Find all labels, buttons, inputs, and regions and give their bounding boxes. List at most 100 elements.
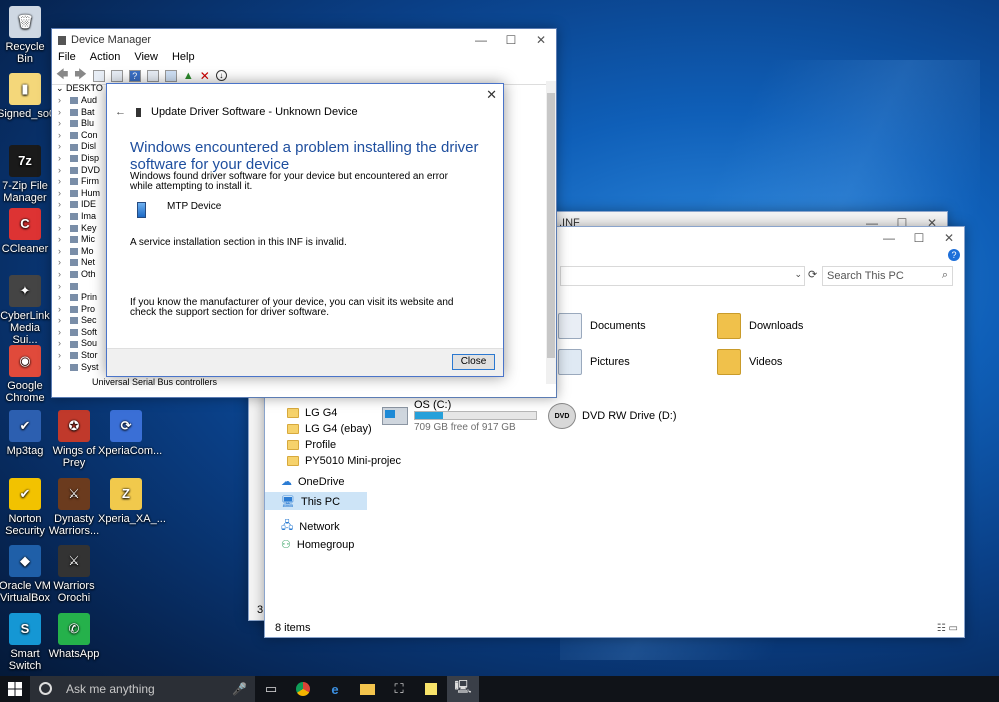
desktop-icon[interactable]: ✪ Wings of Prey (46, 410, 102, 469)
update-driver-icon[interactable]: ▲ (183, 70, 194, 82)
tree-item-label: Hum (81, 187, 101, 198)
cortana-search-box[interactable]: Ask me anything 🎤 (30, 676, 255, 702)
videos-folder-icon (717, 349, 741, 375)
tree-item[interactable]: Aud (52, 95, 108, 107)
update-driver-dialog[interactable]: ✕ ← Update Driver Software - Unknown Dev… (106, 83, 504, 377)
help-icon[interactable]: ? (948, 249, 960, 261)
nav-item-onedrive[interactable]: ☁ OneDrive (281, 475, 344, 489)
desktop-icon[interactable]: ▮ Signed_so0... (0, 73, 64, 120)
back-arrow-icon[interactable]: ← (115, 106, 126, 118)
tree-item[interactable]: Oth (52, 269, 108, 281)
tree-item[interactable]: Ima (52, 211, 108, 223)
close-icon[interactable]: ✕ (934, 231, 964, 245)
tree-item[interactable]: IDE (52, 199, 108, 211)
tree-item[interactable]: Hum (52, 188, 108, 200)
maximize-icon[interactable]: ☐ (496, 33, 526, 47)
app-icon: ⚔ (58, 545, 90, 577)
help-book-icon[interactable]: ? (128, 69, 141, 82)
desktop-icon[interactable]: 7z 7-Zip File Manager (0, 145, 53, 204)
nav-item-profile[interactable]: Profile (287, 439, 336, 451)
tree-item[interactable]: Key (52, 223, 108, 235)
menu-view[interactable]: View (134, 51, 158, 67)
tree-item[interactable]: Mo (52, 246, 108, 258)
tree-item[interactable]: Syst (52, 362, 108, 374)
drive-d[interactable]: DVD DVD RW Drive (D:) (548, 403, 677, 429)
tree-item[interactable]: DVD (52, 165, 108, 177)
desktop-icon[interactable]: Z Xperia_XA_... (98, 478, 166, 525)
app-icon: ⟳ (110, 410, 142, 442)
device-manager-taskbar-icon[interactable]: 🖳 (447, 676, 479, 702)
nav-item-network[interactable]: 🖧 Network (281, 517, 340, 536)
properties-icon[interactable] (92, 69, 105, 82)
download-icon[interactable]: ↓ (215, 70, 227, 81)
app-icon: S (9, 613, 41, 645)
tree-item[interactable]: Sou (52, 338, 108, 350)
nav-item-py5010[interactable]: PY5010 Mini-projec (287, 455, 401, 467)
nav-item-lg-g4-ebay[interactable]: LG G4 (ebay) (287, 423, 372, 435)
view-toggle-icons[interactable]: ☷ ▭ (937, 623, 958, 634)
folder-documents[interactable]: Documents (558, 313, 646, 339)
desktop-icon[interactable]: 🗑 Recycle Bin (0, 6, 53, 65)
tree-item[interactable]: Firm (52, 176, 108, 188)
desktop-icon[interactable]: ⚔ Warriors Orochi (46, 545, 102, 604)
maximize-icon[interactable]: ☐ (904, 231, 934, 245)
scan-hardware-icon[interactable] (164, 69, 177, 82)
minimize-icon[interactable]: — (466, 33, 496, 47)
microphone-icon[interactable]: 🎤 (232, 682, 247, 696)
menu-action[interactable]: Action (90, 51, 121, 67)
folder-downloads[interactable]: Downloads (717, 313, 803, 339)
edge-icon[interactable]: e (319, 676, 351, 702)
refresh-icon[interactable]: ⟳ (808, 268, 817, 281)
address-bar[interactable]: ⌄ (560, 266, 805, 286)
tree-item[interactable]: Con (52, 130, 108, 142)
minimize-icon[interactable]: — (874, 231, 904, 245)
close-icon[interactable]: ✕ (486, 87, 497, 103)
uninstall-icon[interactable]: ✕ (200, 69, 210, 83)
drive-c-name: OS (C:) (414, 399, 452, 411)
tree-item-usb[interactable]: Universal Serial Bus controllers (92, 377, 217, 387)
tree-item[interactable]: Prin (52, 292, 108, 304)
tree-item[interactable] (52, 281, 108, 293)
chevron-down-icon[interactable]: ⌄ (794, 269, 802, 280)
show-hide-icon[interactable] (110, 69, 123, 82)
sticky-notes-icon[interactable] (415, 676, 447, 702)
search-input[interactable]: Search This PC ⌕ (822, 266, 953, 286)
desktop-icon[interactable]: ⟳ XperiaCom... (98, 410, 162, 457)
network-icon: 🖧 (281, 520, 294, 532)
scrollbar-thumb[interactable] (547, 93, 555, 358)
nav-item-lg-g4[interactable]: LG G4 (287, 407, 337, 419)
tree-item[interactable]: Pro (52, 304, 108, 316)
tree-item[interactable]: Net (52, 257, 108, 269)
nav-item-homegroup[interactable]: ⚇ Homegroup (281, 538, 354, 552)
tree-root[interactable]: ⌄ DESKTO (56, 83, 103, 94)
desktop-icon[interactable]: ◉ Google Chrome (0, 345, 53, 404)
start-button[interactable] (0, 676, 30, 702)
desktop-icon[interactable]: C CCleaner (0, 208, 53, 255)
tree-item[interactable]: Mic (52, 234, 108, 246)
desktop-icon[interactable]: ✦ CyberLink Media Sui... (0, 275, 53, 346)
device-category-icon (70, 259, 78, 267)
tree-item[interactable]: Soft (52, 327, 108, 339)
devmgr-scrollbar[interactable] (546, 81, 556, 384)
chrome-taskbar-icon[interactable] (287, 676, 319, 702)
desktop-icon[interactable]: ✆ WhatsApp (46, 613, 102, 660)
tree-item[interactable]: Bat (52, 107, 108, 119)
nav-item-this-pc[interactable]: 🖥 This PC (281, 495, 340, 509)
desktop-icon-label: Recycle Bin (5, 41, 45, 65)
view-icon[interactable] (146, 69, 159, 82)
tree-item[interactable]: Blu (52, 118, 108, 130)
file-explorer-icon[interactable] (351, 676, 383, 702)
desktop-icon[interactable]: ⚔ Dynasty Warriors... (46, 478, 102, 537)
tree-item[interactable]: Sec (52, 315, 108, 327)
folder-videos[interactable]: Videos (717, 349, 782, 375)
close-button[interactable]: Close (452, 354, 495, 370)
menu-help[interactable]: Help (172, 51, 195, 67)
tree-item[interactable]: Disl (52, 141, 108, 153)
close-icon[interactable]: ✕ (526, 33, 556, 47)
tree-item[interactable]: Disp (52, 153, 108, 165)
task-view-icon[interactable]: ▭ (255, 676, 287, 702)
tree-item[interactable]: Stor (52, 350, 108, 362)
folder-pictures[interactable]: Pictures (558, 349, 630, 375)
store-icon[interactable]: ⛶ (383, 676, 415, 702)
app-icon: ✔ (9, 478, 41, 510)
